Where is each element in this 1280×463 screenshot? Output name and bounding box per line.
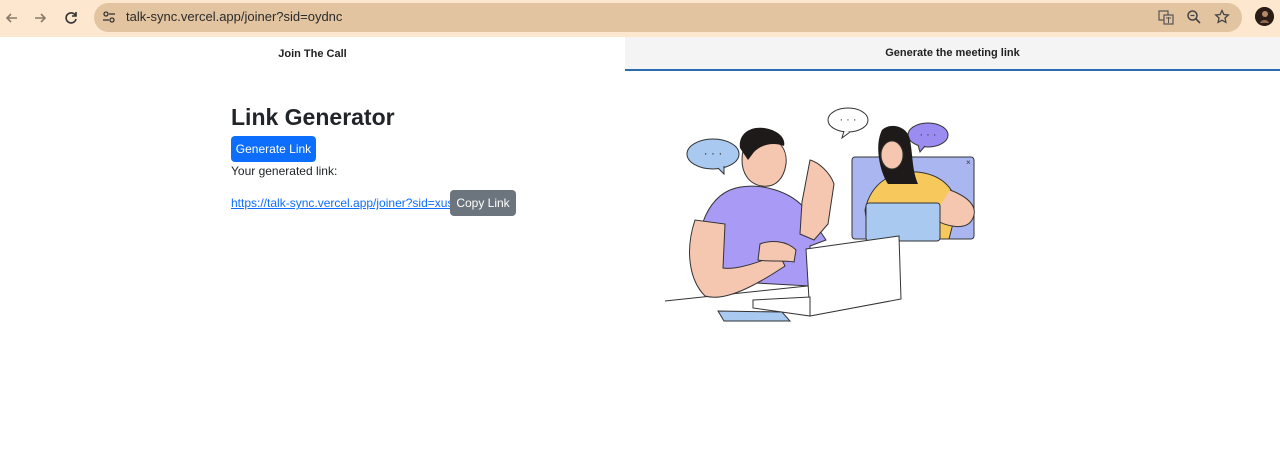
generate-link-button[interactable]: Generate Link	[231, 136, 316, 162]
phone-icon	[717, 310, 792, 322]
forward-arrow-icon[interactable]	[28, 6, 52, 30]
tab-generate-link[interactable]: Generate the meeting link	[625, 37, 1280, 71]
browser-toolbar: talk-sync.vercel.app/joiner?sid=oydnc	[0, 0, 1280, 37]
profile-avatar[interactable]	[1255, 7, 1274, 26]
copy-link-button[interactable]: Copy Link	[450, 190, 516, 216]
page-title: Link Generator	[231, 104, 395, 130]
speech-bubble-icon: · · ·	[686, 138, 740, 176]
bookmark-star-icon[interactable]	[1214, 8, 1230, 25]
generated-link-label: Your generated link:	[231, 164, 338, 178]
reload-icon[interactable]	[59, 6, 83, 30]
svg-text:· · ·: · · ·	[704, 146, 723, 160]
speech-bubble-icon: · · ·	[827, 107, 869, 140]
back-arrow-icon[interactable]	[0, 6, 24, 30]
tab-join-call[interactable]: Join The Call	[0, 37, 625, 71]
speech-bubble-icon: · · ·	[907, 122, 949, 154]
video-call-illustration: · · · · · · · · · ×	[664, 107, 975, 322]
translate-icon[interactable]	[1158, 9, 1174, 25]
url-text[interactable]: talk-sync.vercel.app/joiner?sid=oydnc	[126, 9, 342, 24]
zoom-icon[interactable]	[1186, 9, 1202, 25]
svg-text:· · ·: · · ·	[839, 114, 856, 126]
svg-text:×: ×	[966, 158, 971, 167]
address-bar[interactable]: talk-sync.vercel.app/joiner?sid=oydnc	[94, 3, 1242, 32]
svg-text:· · ·: · · ·	[919, 129, 936, 141]
site-settings-icon[interactable]	[101, 9, 117, 25]
generated-link[interactable]: https://talk-sync.vercel.app/joiner?sid=…	[231, 196, 451, 210]
tab-bar: Join The Call Generate the meeting link	[0, 37, 1280, 71]
